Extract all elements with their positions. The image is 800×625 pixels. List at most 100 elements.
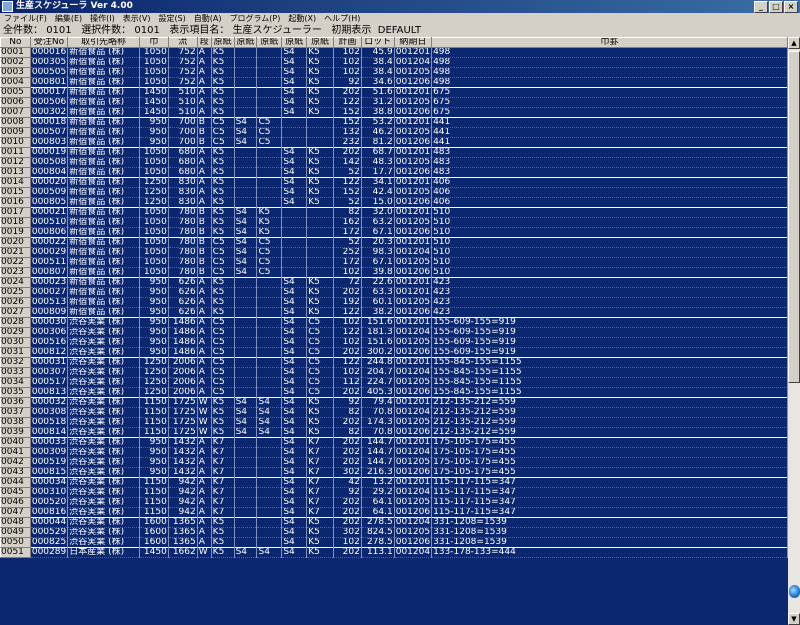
table-row[interactable]: 0029 000306 渋谷実業 (株) 950 1486 A C5 S4 C5 122 181.3…: [0, 327, 788, 338]
close-button[interactable]: ×: [784, 1, 798, 13]
table-row[interactable]: 0005 000017 新宿食品 (株) 1450 510 A K5 S4 K5 202 51.6 0…: [0, 87, 788, 98]
row-number-cell[interactable]: 0027: [0, 307, 31, 318]
table-row[interactable]: 0045 000310 渋谷実業 (株) 1150 942 A K7 S4 K7 92 29.2 00…: [0, 487, 788, 498]
row-number-cell[interactable]: 0036: [0, 397, 31, 408]
row-number-cell[interactable]: 0031: [0, 347, 31, 358]
table-row[interactable]: 0017 000021 新宿食品 (株) 1050 780 B K5 S4 K5 82 32.0 00…: [0, 207, 788, 218]
table-row[interactable]: 0026 000513 新宿食品 (株) 950 626 A K5 S4 K5 192 60.1 00…: [0, 297, 788, 308]
menu-settings[interactable]: 設定(S): [154, 13, 189, 25]
table-row[interactable]: 0020 000022 新宿食品 (株) 1050 780 B C5 S4 C5 52 20.3 00…: [0, 237, 788, 248]
row-number-cell[interactable]: 0037: [0, 407, 31, 418]
row-number-cell[interactable]: 0012: [0, 157, 31, 168]
scroll-down-icon[interactable]: ▼: [788, 613, 800, 625]
table-row[interactable]: 0028 000030 渋谷実業 (株) 950 1486 A C5 S4 C5 102 151.6…: [0, 317, 788, 328]
column-header-14[interactable]: 巾罫: [431, 37, 788, 48]
menu-help[interactable]: ヘルプ(H): [320, 13, 364, 25]
table-row[interactable]: 0023 000807 新宿食品 (株) 1050 780 B C5 S4 C5 102 39.8 0…: [0, 267, 788, 278]
table-row[interactable]: 0001 000016 新宿食品 (株) 1050 752 A K5 S4 K5 102 45.9 0…: [0, 47, 788, 58]
row-number-cell[interactable]: 0008: [0, 117, 31, 128]
column-header-6[interactable]: 原紙: [210, 37, 235, 48]
table-row[interactable]: 0051 000289 日本産業 (株) 1450 1662 W K5 S4 S4 S4 K5 202…: [0, 547, 788, 558]
table-row[interactable]: 0018 000510 新宿食品 (株) 1050 780 B K5 S4 K5 162 63.2 0…: [0, 217, 788, 228]
row-number-cell[interactable]: 0002: [0, 57, 31, 68]
column-header-10[interactable]: 原紙: [306, 37, 335, 48]
row-number-cell[interactable]: 0048: [0, 517, 31, 528]
row-number-cell[interactable]: 0045: [0, 487, 31, 498]
column-header-7[interactable]: 原紙: [233, 37, 258, 48]
table-row[interactable]: 0002 000305 新宿食品 (株) 1050 752 A K5 S4 K5 102 38.4 0…: [0, 57, 788, 68]
row-number-cell[interactable]: 0043: [0, 467, 31, 478]
table-row[interactable]: 0049 000529 渋谷実業 (株) 1600 1365 A K5 S4 K5 302 824.…: [0, 527, 788, 538]
menu-operation[interactable]: 操作(I): [86, 13, 119, 25]
minimize-button[interactable]: _: [754, 1, 768, 13]
row-number-cell[interactable]: 0006: [0, 97, 31, 108]
table-row[interactable]: 0050 000825 渋谷実業 (株) 1600 1365 A K5 S4 K5 102 278.…: [0, 537, 788, 548]
table-row[interactable]: 0014 000020 新宿食品 (株) 1250 830 A K5 S4 K5 122 34.1 0…: [0, 177, 788, 188]
row-number-cell[interactable]: 0047: [0, 507, 31, 518]
row-number-cell[interactable]: 0003: [0, 67, 31, 78]
table-row[interactable]: 0021 000029 新宿食品 (株) 1050 780 B C5 S4 C5 252 98.3 0…: [0, 247, 788, 258]
menu-program[interactable]: プログラム(P): [226, 13, 285, 25]
table-row[interactable]: 0024 000023 新宿食品 (株) 950 626 A K5 S4 K5 72 22.6 001…: [0, 277, 788, 288]
table-row[interactable]: 0034 000517 渋谷実業 (株) 1250 2006 A C5 S4 C5 112 224.…: [0, 377, 788, 388]
table-row[interactable]: 0042 000519 渋谷実業 (株) 950 1432 A K7 S4 K7 202 144.7…: [0, 457, 788, 468]
column-header-5[interactable]: 段: [196, 37, 212, 48]
row-number-cell[interactable]: 0029: [0, 327, 31, 338]
table-row[interactable]: 0003 000505 新宿食品 (株) 1050 752 A K5 S4 K5 102 38.4 0…: [0, 67, 788, 78]
row-number-cell[interactable]: 0046: [0, 497, 31, 508]
row-number-cell[interactable]: 0038: [0, 417, 31, 428]
table-row[interactable]: 0040 000033 渋谷実業 (株) 950 1432 A K7 S4 K7 202 144.7…: [0, 437, 788, 448]
scroll-up-icon[interactable]: ▲: [788, 37, 800, 49]
row-number-cell[interactable]: 0017: [0, 207, 31, 218]
menu-view[interactable]: 表示(V): [119, 13, 155, 25]
row-number-cell[interactable]: 0001: [0, 47, 31, 58]
column-header-2[interactable]: 取引先略称: [67, 37, 140, 48]
row-number-cell[interactable]: 0010: [0, 137, 31, 148]
table-row[interactable]: 0046 000520 渋谷実業 (株) 1150 942 A K7 S4 K7 202 64.1 0…: [0, 497, 788, 508]
table-row[interactable]: 0019 000806 新宿食品 (株) 1050 780 B K5 S4 K5 172 67.1 0…: [0, 227, 788, 238]
scroll-thumb[interactable]: [788, 51, 800, 383]
table-row[interactable]: 0036 000032 渋谷実業 (株) 1150 1725 W K5 S4 S4 S4 K5 92 7…: [0, 397, 788, 408]
table-row[interactable]: 0035 000813 渋谷実業 (株) 1250 2006 A C5 S4 C5 202 405.…: [0, 387, 788, 398]
row-number-cell[interactable]: 0014: [0, 177, 31, 188]
column-header-13[interactable]: 納期日: [393, 37, 433, 48]
row-number-cell[interactable]: 0019: [0, 227, 31, 238]
row-number-cell[interactable]: 0028: [0, 317, 31, 328]
row-number-cell[interactable]: 0009: [0, 127, 31, 138]
table-row[interactable]: 0012 000508 新宿食品 (株) 1050 680 A K5 S4 K5 142 48.3 0…: [0, 157, 788, 168]
row-number-cell[interactable]: 0049: [0, 527, 31, 538]
table-row[interactable]: 0031 000812 渋谷実業 (株) 950 1486 A C5 S4 C5 202 300.2…: [0, 347, 788, 358]
menu-launch[interactable]: 起動(X): [284, 13, 320, 25]
row-number-cell[interactable]: 0035: [0, 387, 31, 398]
table-row[interactable]: 0030 000516 渋谷実業 (株) 950 1486 A C5 S4 C5 102 151.6…: [0, 337, 788, 348]
table-row[interactable]: 0015 000509 新宿食品 (株) 1250 830 A K5 S4 K5 152 42.4 0…: [0, 187, 788, 198]
table-row[interactable]: 0025 000027 新宿食品 (株) 950 626 A K5 S4 K5 202 63.3 00…: [0, 287, 788, 298]
row-number-cell[interactable]: 0013: [0, 167, 31, 178]
table-row[interactable]: 0010 000803 新宿食品 (株) 950 700 B C5 S4 C5 232 81.2 00…: [0, 137, 788, 148]
row-number-cell[interactable]: 0040: [0, 437, 31, 448]
column-header-11[interactable]: 計画: [333, 37, 362, 48]
column-header-0[interactable]: No: [0, 37, 31, 48]
row-number-cell[interactable]: 0051: [0, 547, 31, 558]
row-number-cell[interactable]: 0018: [0, 217, 31, 228]
row-number-cell[interactable]: 0007: [0, 107, 31, 118]
row-number-cell[interactable]: 0044: [0, 477, 31, 488]
column-header-1[interactable]: 受注No: [29, 37, 69, 48]
vertical-scrollbar[interactable]: ▲ ▼: [788, 37, 800, 625]
row-number-cell[interactable]: 0041: [0, 447, 31, 458]
row-number-cell[interactable]: 0050: [0, 537, 31, 548]
table-row[interactable]: 0033 000307 渋谷実業 (株) 1250 2006 A C5 S4 C5 102 204.…: [0, 367, 788, 378]
table-row[interactable]: 0009 000507 新宿食品 (株) 950 700 B C5 S4 C5 132 46.2 00…: [0, 127, 788, 138]
table-row[interactable]: 0038 000518 渋谷実業 (株) 1150 1725 W K5 S4 S4 S4 K5 202…: [0, 417, 788, 428]
maximize-button[interactable]: □: [769, 1, 783, 13]
table-row[interactable]: 0047 000816 渋谷実業 (株) 1150 942 A K7 S4 K7 202 64.1 0…: [0, 507, 788, 518]
table-row[interactable]: 0007 000302 新宿食品 (株) 1450 510 A K5 S4 K5 152 38.8 0…: [0, 107, 788, 118]
row-number-cell[interactable]: 0025: [0, 287, 31, 298]
row-number-cell[interactable]: 0032: [0, 357, 31, 368]
column-header-8[interactable]: 原紙: [256, 37, 283, 48]
table-row[interactable]: 0037 000308 渋谷実業 (株) 1150 1725 W K5 S4 S4 S4 K5 82 7…: [0, 407, 788, 418]
column-header-4[interactable]: 流: [167, 37, 198, 48]
row-number-cell[interactable]: 0004: [0, 77, 31, 88]
table-row[interactable]: 0013 000804 新宿食品 (株) 1050 680 A K5 S4 K5 52 17.7 00…: [0, 167, 788, 178]
row-number-cell[interactable]: 0021: [0, 247, 31, 258]
